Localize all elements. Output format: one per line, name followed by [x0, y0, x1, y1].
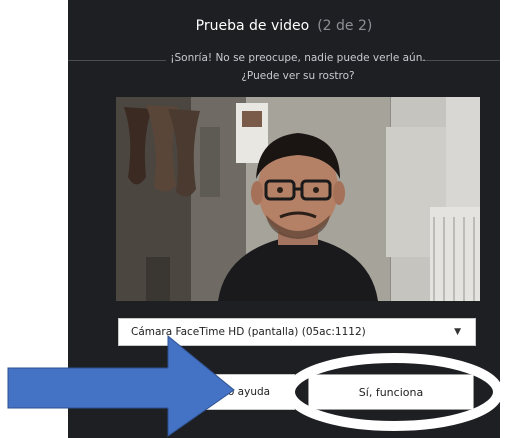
- chevron-down-icon: ▼: [454, 327, 461, 337]
- help-button[interactable]: o ayuda: [183, 374, 295, 410]
- dialog-title-row: Prueba de video (2 de 2): [68, 18, 500, 34]
- camera-select-value: Cámara FaceTime HD (pantalla) (05ac:1112…: [131, 326, 366, 338]
- camera-select[interactable]: Cámara FaceTime HD (pantalla) (05ac:1112…: [118, 318, 476, 346]
- dialog-title: Prueba de video: [195, 18, 310, 34]
- help-button-label: o ayuda: [227, 386, 271, 398]
- camera-preview-image: [116, 97, 480, 301]
- step-indicator: (2 de 2): [317, 18, 373, 34]
- dialog-subtitle: ¡Sonría! No se preocupe, nadie puede ver…: [148, 49, 448, 85]
- yes-works-button-label: Sí, funciona: [358, 385, 424, 399]
- video-test-dialog: Prueba de video (2 de 2) ¡Sonría! No se p…: [68, 0, 500, 438]
- camera-preview: [116, 97, 480, 301]
- subtitle-line-2: ¿Puede ver su rostro?: [241, 70, 355, 82]
- subtitle-line-1: ¡Sonría! No se preocupe, nadie puede ver…: [170, 52, 426, 64]
- yes-works-button[interactable]: Sí, funciona: [308, 374, 474, 410]
